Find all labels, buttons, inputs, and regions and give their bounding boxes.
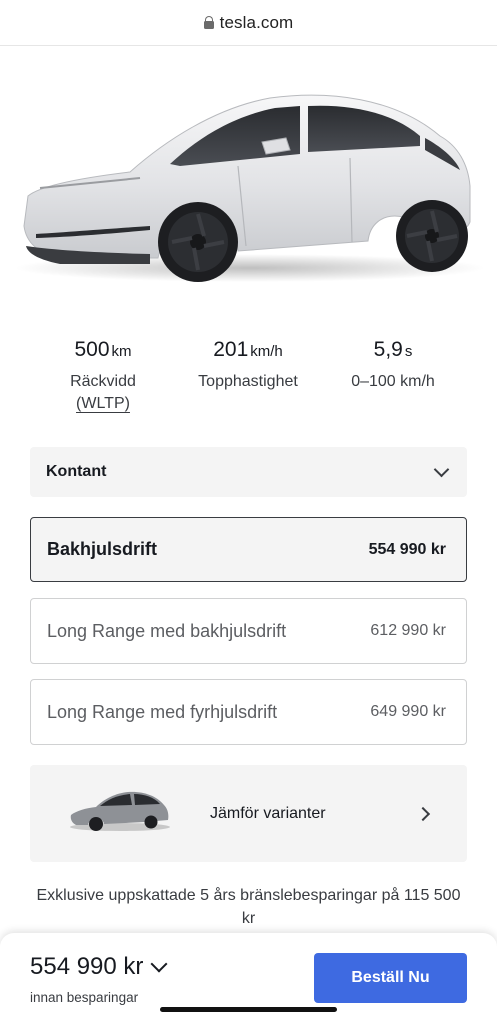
spec-acceleration: 5,9 s 0–100 km/h [333,338,453,393]
home-indicator[interactable] [160,1007,337,1012]
spec-top-speed-label: Topphastighet [198,373,298,390]
spec-range-unit: km [111,343,132,360]
variant-option-long-range-awd[interactable]: Long Range med fyrhjulsdrift 649 990 kr [30,679,467,745]
chevron-down-icon [150,955,168,972]
spec-acceleration-label: 0–100 km/h [351,373,435,390]
variant-option-long-range-rwd[interactable]: Long Range med bakhjulsdrift 612 990 kr [30,598,467,664]
browser-url-bar[interactable]: tesla.com [0,0,497,46]
variant-name: Long Range med bakhjulsdrift [47,620,287,641]
variant-option-rwd[interactable]: Bakhjulsdrift 554 990 kr [30,517,467,582]
total-price: 554 990 kr [30,953,144,980]
spec-acceleration-value: 5,9 [373,338,403,361]
price-summary-toggle[interactable]: 554 990 kr [30,953,168,981]
compare-variants-label: Jämför varianter [210,805,326,822]
car-hero-image [0,46,497,314]
variant-name: Long Range med fyrhjulsdrift [47,701,278,722]
order-now-button[interactable]: Beställ Nu [314,953,467,1003]
wltp-link[interactable]: (WLTP) [48,393,158,415]
spec-top-speed: 201 km/h Topphastighet [178,338,318,393]
spec-acceleration-unit: s [404,343,413,360]
spec-range-label: Räckvidd [70,373,136,390]
car-thumbnail-image [70,791,170,831]
variant-price: 612 990 kr [370,622,446,639]
chevron-right-icon [415,806,431,822]
chevron-down-icon [433,461,450,477]
spec-top-speed-unit: km/h [250,343,283,360]
payment-method-dropdown[interactable]: Kontant [30,447,467,497]
spec-top-speed-value: 201 [213,338,249,361]
spec-range-value: 500 [74,338,110,361]
variant-name: Bakhjulsdrift [47,539,158,559]
price-subtext: innan besparingar [30,990,139,1005]
fuel-savings-note: Exklusive uppskattade 5 års bränslebespa… [36,887,461,927]
compare-variants-button[interactable]: Jämför varianter [30,765,467,862]
variant-price: 649 990 kr [370,703,446,720]
payment-method-value: Kontant [46,463,107,480]
lock-icon [203,16,214,29]
variant-price: 554 990 kr [368,540,446,558]
spec-range: 500 km Räckvidd (WLTP) [48,338,158,415]
url-domain: tesla.com [219,12,294,32]
